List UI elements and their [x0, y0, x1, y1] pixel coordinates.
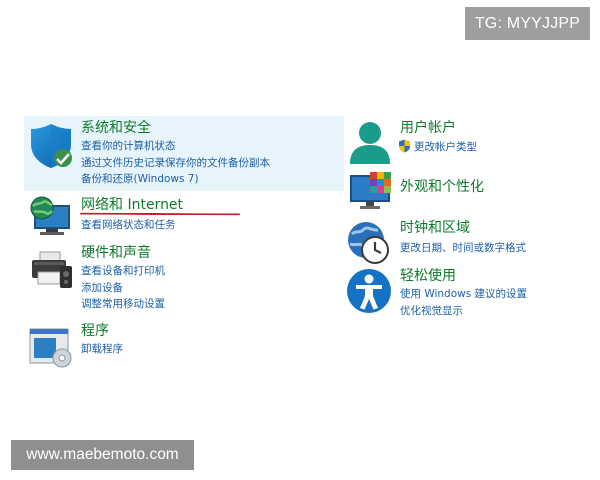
category-title[interactable]: 时钟和区域 [400, 219, 526, 238]
category-clock-region[interactable]: 时钟和区域 更改日期、时间或数字格式 [346, 218, 590, 264]
printer-icon [30, 250, 74, 294]
category-title[interactable]: 外观和个性化 [400, 178, 484, 197]
link-change-date-time-format[interactable]: 更改日期、时间或数字格式 [400, 240, 526, 257]
link-add-device[interactable]: 添加设备 [81, 280, 165, 297]
category-title[interactable]: 硬件和声音 [81, 244, 165, 263]
link-change-account-type[interactable]: 更改帐户类型 [414, 139, 477, 156]
category-title[interactable]: 用户帐户 [400, 119, 477, 138]
category-title[interactable]: 程序 [81, 322, 123, 341]
telegram-watermark: TG: MYYJJPP [465, 7, 590, 40]
category-network-internet[interactable]: 网络和 Internet 查看网络状态和任务 [26, 196, 344, 236]
site-watermark: www.maebemoto.com [11, 440, 194, 470]
category-appearance-personalization[interactable]: 外观和个性化 [346, 172, 590, 212]
category-ease-of-access[interactable]: 轻松使用 使用 Windows 建议的设置 优化视觉显示 [346, 266, 590, 326]
category-programs[interactable]: 程序 卸载程序 [26, 322, 344, 368]
monitor-palette-icon [348, 172, 394, 216]
shield-icon [28, 122, 74, 174]
uac-shield-icon [398, 138, 411, 157]
clock-globe-icon [346, 220, 392, 270]
accessibility-icon [346, 268, 392, 318]
link-optimize-visual-display[interactable]: 优化视觉显示 [400, 303, 527, 320]
user-icon [348, 120, 392, 168]
link-file-history[interactable]: 通过文件历史记录保存你的文件备份副本 [81, 155, 270, 172]
link-recommended-settings[interactable]: 使用 Windows 建议的设置 [400, 286, 527, 303]
link-backup-restore[interactable]: 备份和还原(Windows 7) [81, 171, 270, 188]
link-devices-printers[interactable]: 查看设备和打印机 [81, 263, 165, 280]
category-title[interactable]: 系统和安全 [81, 119, 270, 138]
change-account-type-row[interactable]: 更改帐户类型 [398, 138, 477, 157]
programs-icon [28, 326, 74, 372]
category-hardware-sound[interactable]: 硬件和声音 查看设备和打印机 添加设备 调整常用移动设置 [26, 244, 344, 314]
category-system-security[interactable]: 系统和安全 查看你的计算机状态 通过文件历史记录保存你的文件备份副本 备份和还原… [26, 118, 344, 190]
category-title[interactable]: 轻松使用 [400, 267, 527, 286]
category-user-accounts[interactable]: 用户帐户 更改帐户类型 [346, 118, 590, 168]
link-network-status[interactable]: 查看网络状态和任务 [81, 217, 183, 234]
link-view-computer-status[interactable]: 查看你的计算机状态 [81, 138, 270, 155]
globe-monitor-icon [28, 196, 74, 242]
link-uninstall-program[interactable]: 卸载程序 [81, 341, 123, 358]
link-mobility-settings[interactable]: 调整常用移动设置 [81, 296, 165, 313]
